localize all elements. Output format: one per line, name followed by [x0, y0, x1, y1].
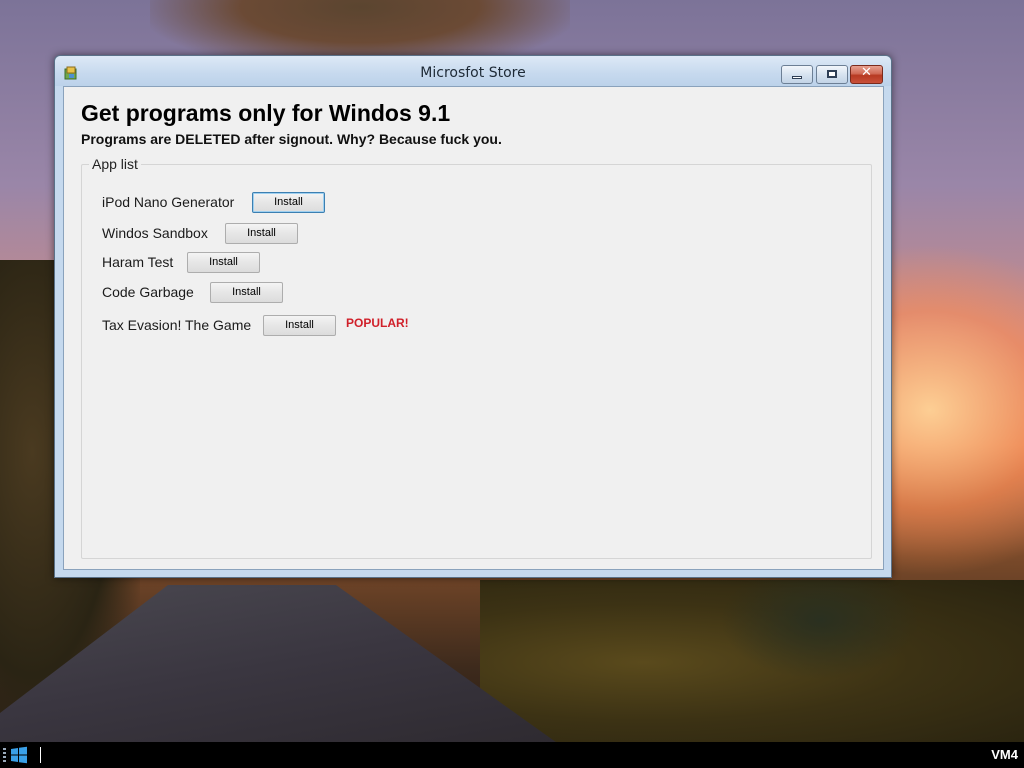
app-name: Code Garbage [102, 284, 194, 300]
vm-label: VM4 [991, 747, 1018, 762]
wallpaper-bush [720, 560, 920, 680]
install-button[interactable]: Install [252, 192, 325, 213]
page-subtitle: Programs are DELETED after signout. Why?… [81, 131, 502, 147]
popular-badge: POPULAR! [346, 316, 409, 330]
store-window: Microsfot Store ✕ Get programs only for … [54, 55, 892, 578]
maximize-icon [827, 70, 837, 78]
install-button[interactable]: Install [263, 315, 336, 336]
install-button[interactable]: Install [225, 223, 298, 244]
minimize-icon [792, 76, 802, 79]
taskbar: VM4 [0, 742, 1024, 768]
app-name: Windos Sandbox [102, 225, 208, 241]
install-button[interactable]: Install [187, 252, 260, 273]
page-title: Get programs only for Windos 9.1 [81, 100, 451, 126]
maximize-button[interactable] [816, 65, 848, 84]
window-client-area: Get programs only for Windos 9.1 Program… [63, 86, 884, 570]
close-button[interactable]: ✕ [850, 65, 883, 84]
app-name: iPod Nano Generator [102, 194, 235, 210]
title-bar[interactable]: Microsfot Store ✕ [55, 56, 891, 86]
text-caret [40, 747, 41, 763]
app-name: Tax Evasion! The Game [102, 317, 252, 333]
app-list-group: App list iPod Nano Generator Install Win… [81, 156, 872, 559]
minimize-button[interactable] [781, 65, 813, 84]
taskbar-grip [3, 748, 6, 762]
windows-logo-icon[interactable] [10, 746, 28, 764]
app-name: Haram Test [102, 254, 174, 270]
window-title: Microsfot Store [420, 65, 526, 81]
install-button[interactable]: Install [210, 282, 283, 303]
close-icon: ✕ [861, 65, 872, 80]
app-list-label: App list [89, 156, 141, 172]
